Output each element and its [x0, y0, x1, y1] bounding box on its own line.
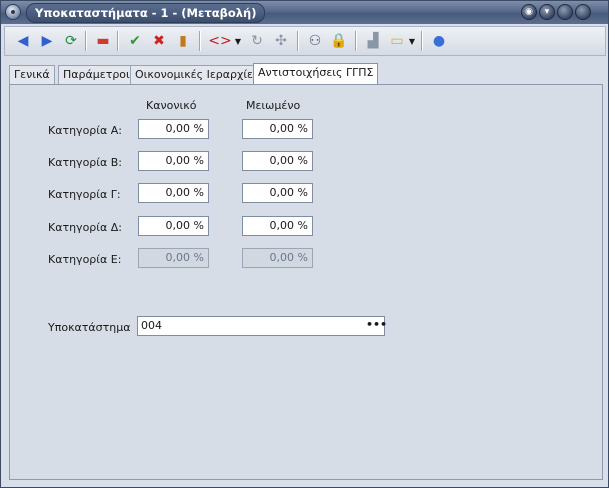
- category-a-normal-field[interactable]: 0,00 %: [138, 119, 209, 139]
- tab-general[interactable]: Γενικά: [9, 65, 55, 84]
- maximize-icon[interactable]: [557, 4, 573, 20]
- category-b-reduced-field[interactable]: 0,00 %: [242, 151, 313, 171]
- window-menu-icon[interactable]: [5, 4, 21, 20]
- category-b-normal-field[interactable]: 0,00 %: [138, 151, 209, 171]
- column-header-normal: Κανονικό: [146, 99, 197, 112]
- category-e-reduced-field: 0,00 %: [242, 248, 313, 268]
- lookup-ellipsis-button[interactable]: •••: [366, 317, 387, 335]
- window: Υποκαταστήματα - 1 - (Μεταβολή) ◉ ▾ ◀ ▶ …: [0, 0, 609, 488]
- toolbar-separator: [199, 31, 201, 51]
- category-d-label: Κατηγορία Δ:: [48, 221, 122, 234]
- category-d-reduced-field[interactable]: 0,00 %: [242, 216, 313, 236]
- window-title: Υποκαταστήματα - 1 - (Μεταβολή): [26, 3, 266, 23]
- close-icon[interactable]: [575, 4, 591, 20]
- category-b-label: Κατηγορία Β:: [48, 156, 123, 169]
- user-globe-icon[interactable]: ●: [429, 31, 449, 51]
- dropdown-arrow-icon[interactable]: ▼: [233, 31, 243, 51]
- toolbar-separator: [355, 31, 357, 51]
- category-d-normal-field[interactable]: 0,00 %: [138, 216, 209, 236]
- next-record-icon[interactable]: ▶: [37, 31, 57, 51]
- category-a-label: Κατηγορία Α:: [48, 124, 122, 137]
- category-a-reduced-field[interactable]: 0,00 %: [242, 119, 313, 139]
- tab-financial-hierarchies[interactable]: Οικονομικές Ιεραρχίες: [130, 65, 265, 84]
- branch-lookup-field[interactable]: 004 •••: [137, 316, 387, 336]
- category-c-reduced-field[interactable]: 0,00 %: [242, 183, 313, 203]
- minimize-icon[interactable]: ▾: [539, 4, 555, 20]
- branch-label: Υποκατάστημα: [48, 321, 131, 334]
- delete-record-icon[interactable]: ▬: [93, 31, 113, 51]
- cancel-x-icon[interactable]: ✖: [149, 31, 169, 51]
- refresh-icon[interactable]: ⟳: [61, 31, 81, 51]
- puzzle-icon[interactable]: ✣: [271, 31, 291, 51]
- dropdown-arrow-icon[interactable]: ▼: [407, 31, 417, 51]
- save-check-icon[interactable]: ✔: [125, 31, 145, 51]
- category-c-normal-field[interactable]: 0,00 %: [138, 183, 209, 203]
- history-icon[interactable]: ↻: [247, 31, 267, 51]
- category-c-label: Κατηγορία Γ:: [48, 188, 121, 201]
- toolbar: ◀ ▶ ⟳ ▬ ✔ ✖ ▮ <> ▼ ↻ ✣ ⚇ 🔒 ▟ ▭ ▼ ●: [4, 26, 606, 56]
- code-tags-icon[interactable]: <>: [207, 31, 233, 51]
- toolbar-separator: [117, 31, 119, 51]
- toolbar-separator: [297, 31, 299, 51]
- category-e-label: Κατηγορία Ε:: [48, 253, 122, 266]
- title-bar[interactable]: Υποκαταστήματα - 1 - (Μεταβολή) ◉ ▾: [1, 1, 608, 24]
- toolbar-separator: [85, 31, 87, 51]
- category-e-normal-field: 0,00 %: [138, 248, 209, 268]
- exit-door-icon[interactable]: ▮: [173, 31, 193, 51]
- tab-ggps-mappings[interactable]: Αντιστοιχήσεις ΓΓΠΣ: [253, 63, 379, 85]
- column-header-reduced: Μειωμένο: [246, 99, 301, 112]
- tab-parameters[interactable]: Παράμετροι: [58, 65, 135, 84]
- note-icon[interactable]: ▭: [387, 31, 407, 51]
- tab-panel: [9, 84, 603, 480]
- branch-value: 004: [141, 319, 162, 332]
- toolbar-separator: [421, 31, 423, 51]
- previous-record-icon[interactable]: ◀: [13, 31, 33, 51]
- stamp-icon[interactable]: ▟: [363, 31, 383, 51]
- roll-up-icon[interactable]: ◉: [521, 4, 537, 20]
- lock-icon[interactable]: 🔒: [329, 31, 349, 51]
- binoculars-icon[interactable]: ⚇: [305, 31, 325, 51]
